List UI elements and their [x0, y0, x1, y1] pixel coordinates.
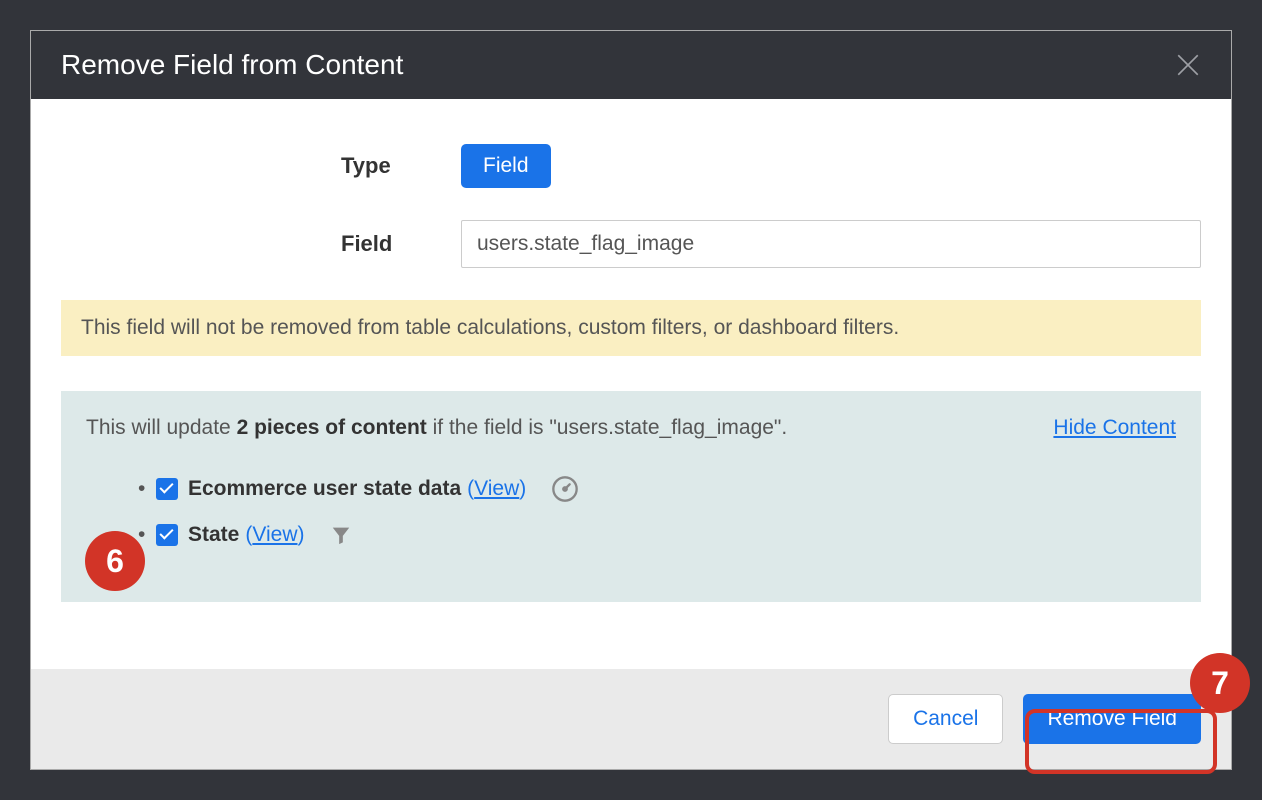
content-item-name: State	[188, 523, 239, 547]
content-info-prefix: This will update	[86, 416, 237, 439]
cancel-button[interactable]: Cancel	[888, 694, 1003, 744]
type-label: Type	[61, 153, 461, 179]
view-link-wrapper: (View)	[467, 477, 526, 501]
content-info: This will update 2 pieces of content if …	[86, 416, 787, 440]
close-icon[interactable]	[1175, 52, 1201, 78]
content-info-bold: 2 pieces of content	[237, 416, 427, 439]
content-header: This will update 2 pieces of content if …	[86, 416, 1176, 440]
annotation-badge-6: 6	[85, 531, 145, 591]
content-info-suffix: if the field is "users.state_flag_image"…	[427, 416, 787, 439]
content-preview-box: This will update 2 pieces of content if …	[61, 391, 1201, 602]
content-checkbox-0[interactable]	[156, 478, 178, 500]
content-checkbox-1[interactable]	[156, 524, 178, 546]
list-item: Ecommerce user state data (View)	[156, 475, 1176, 503]
content-item-name: Ecommerce user state data	[188, 477, 461, 501]
remove-field-modal: Remove Field from Content Type Field Fie…	[30, 30, 1232, 770]
modal-header: Remove Field from Content	[31, 31, 1231, 99]
view-link-wrapper: (View)	[245, 523, 304, 547]
type-row: Type Field	[61, 144, 1201, 188]
funnel-icon	[330, 524, 352, 546]
view-link[interactable]: View	[474, 477, 519, 500]
field-row: Field	[61, 220, 1201, 268]
modal-title: Remove Field from Content	[61, 49, 403, 81]
warning-message: This field will not be removed from tabl…	[61, 300, 1201, 356]
speedometer-icon	[551, 475, 579, 503]
modal-footer: Cancel Remove Field	[31, 669, 1231, 769]
content-list: Ecommerce user state data (View) State (…	[86, 475, 1176, 547]
annotation-badge-7: 7	[1190, 653, 1250, 713]
view-link[interactable]: View	[252, 523, 297, 546]
remove-field-button[interactable]: Remove Field	[1023, 694, 1201, 744]
field-label: Field	[61, 231, 461, 257]
list-item: State (View)	[156, 523, 1176, 547]
modal-body: Type Field Field This field will not be …	[31, 99, 1231, 669]
type-selector[interactable]: Field	[461, 144, 551, 188]
hide-content-link[interactable]: Hide Content	[1053, 416, 1176, 440]
field-input[interactable]	[461, 220, 1201, 268]
